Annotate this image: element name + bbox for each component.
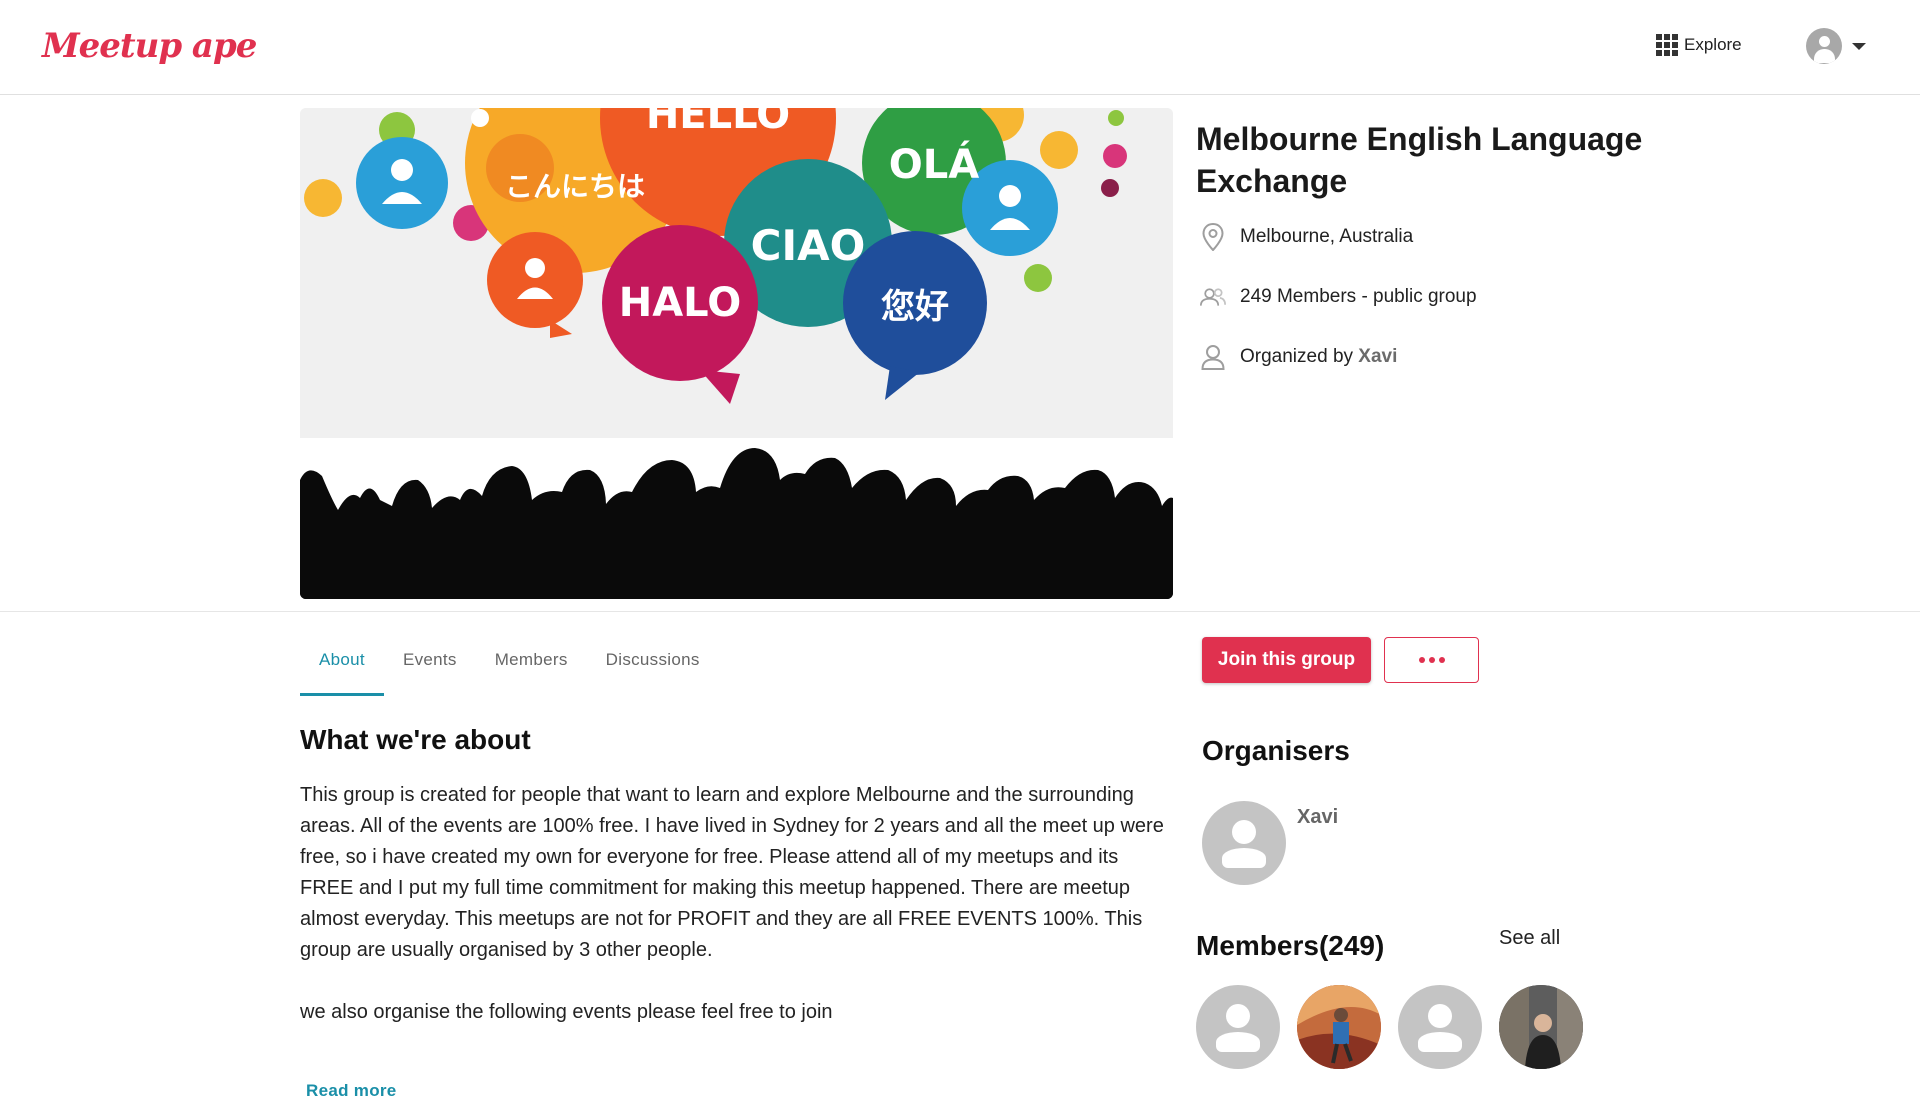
organized-by-label: Organized by bbox=[1240, 346, 1354, 367]
people-icon bbox=[1200, 284, 1226, 310]
user-avatar-icon bbox=[1806, 28, 1842, 64]
group-tabs: About Events Members Discussions bbox=[300, 640, 719, 696]
organiser-name[interactable]: Xavi bbox=[1297, 806, 1338, 829]
group-cover-image: HELLO こんにちは OLÁ CIAO HALO 您好 bbox=[300, 108, 1173, 599]
member-avatar[interactable] bbox=[1398, 985, 1482, 1069]
organizer-link[interactable]: Xavi bbox=[1358, 346, 1397, 367]
about-paragraph: we also organise the following events pl… bbox=[300, 1001, 833, 1023]
about-description: This group is created for people that wa… bbox=[300, 780, 1170, 1028]
more-options-button[interactable] bbox=[1384, 637, 1479, 683]
profile-menu[interactable] bbox=[1806, 28, 1866, 64]
group-title: Melbourne English Language Exchange bbox=[1196, 121, 1643, 199]
more-dots-icon bbox=[1418, 657, 1425, 663]
member-avatar[interactable] bbox=[1297, 985, 1381, 1069]
tab-events[interactable]: Events bbox=[384, 640, 476, 696]
group-location-row: Melbourne, Australia bbox=[1200, 223, 1413, 251]
top-nav: Meetup ape Explore bbox=[0, 0, 1920, 95]
member-avatar[interactable] bbox=[1196, 985, 1280, 1069]
about-heading: What we're about bbox=[300, 724, 531, 755]
group-members-row: 249 Members - public group bbox=[1200, 284, 1477, 310]
tab-members[interactable]: Members bbox=[476, 640, 587, 696]
organisers-heading: Organisers bbox=[1202, 735, 1350, 766]
tab-about[interactable]: About bbox=[300, 640, 384, 696]
explore-label: Explore bbox=[1684, 35, 1742, 54]
svg-text:CIAO: CIAO bbox=[751, 221, 866, 270]
group-organizer-row: Organized by Xavi bbox=[1200, 344, 1397, 370]
grid-icon bbox=[1656, 34, 1678, 56]
location-pin-icon bbox=[1200, 223, 1226, 251]
about-paragraph: This group is created for people that wa… bbox=[300, 784, 1164, 961]
svg-text:こんにちは: こんにちは bbox=[505, 170, 645, 203]
join-group-button[interactable]: Join this group bbox=[1202, 637, 1371, 683]
member-avatar[interactable] bbox=[1499, 985, 1583, 1069]
svg-text:OLÁ: OLÁ bbox=[889, 140, 979, 188]
person-icon bbox=[1200, 344, 1226, 370]
group-members-count[interactable]: 249 Members - public group bbox=[1240, 286, 1477, 308]
svg-text:您好: 您好 bbox=[881, 287, 949, 327]
group-location[interactable]: Melbourne, Australia bbox=[1240, 226, 1413, 248]
svg-text:HELLO: HELLO bbox=[646, 108, 790, 138]
members-heading: Members(249) bbox=[1196, 930, 1385, 961]
section-divider bbox=[0, 611, 1920, 612]
svg-text:HALO: HALO bbox=[619, 280, 742, 326]
site-logo[interactable]: Meetup ape bbox=[42, 26, 257, 66]
explore-button[interactable]: Explore bbox=[1656, 34, 1742, 56]
tab-discussions[interactable]: Discussions bbox=[587, 640, 719, 696]
read-more-link[interactable]: Read more bbox=[306, 1081, 397, 1101]
organiser-avatar[interactable] bbox=[1202, 801, 1286, 885]
see-all-members-link[interactable]: See all bbox=[1499, 927, 1560, 950]
caret-down-icon bbox=[1852, 42, 1866, 50]
